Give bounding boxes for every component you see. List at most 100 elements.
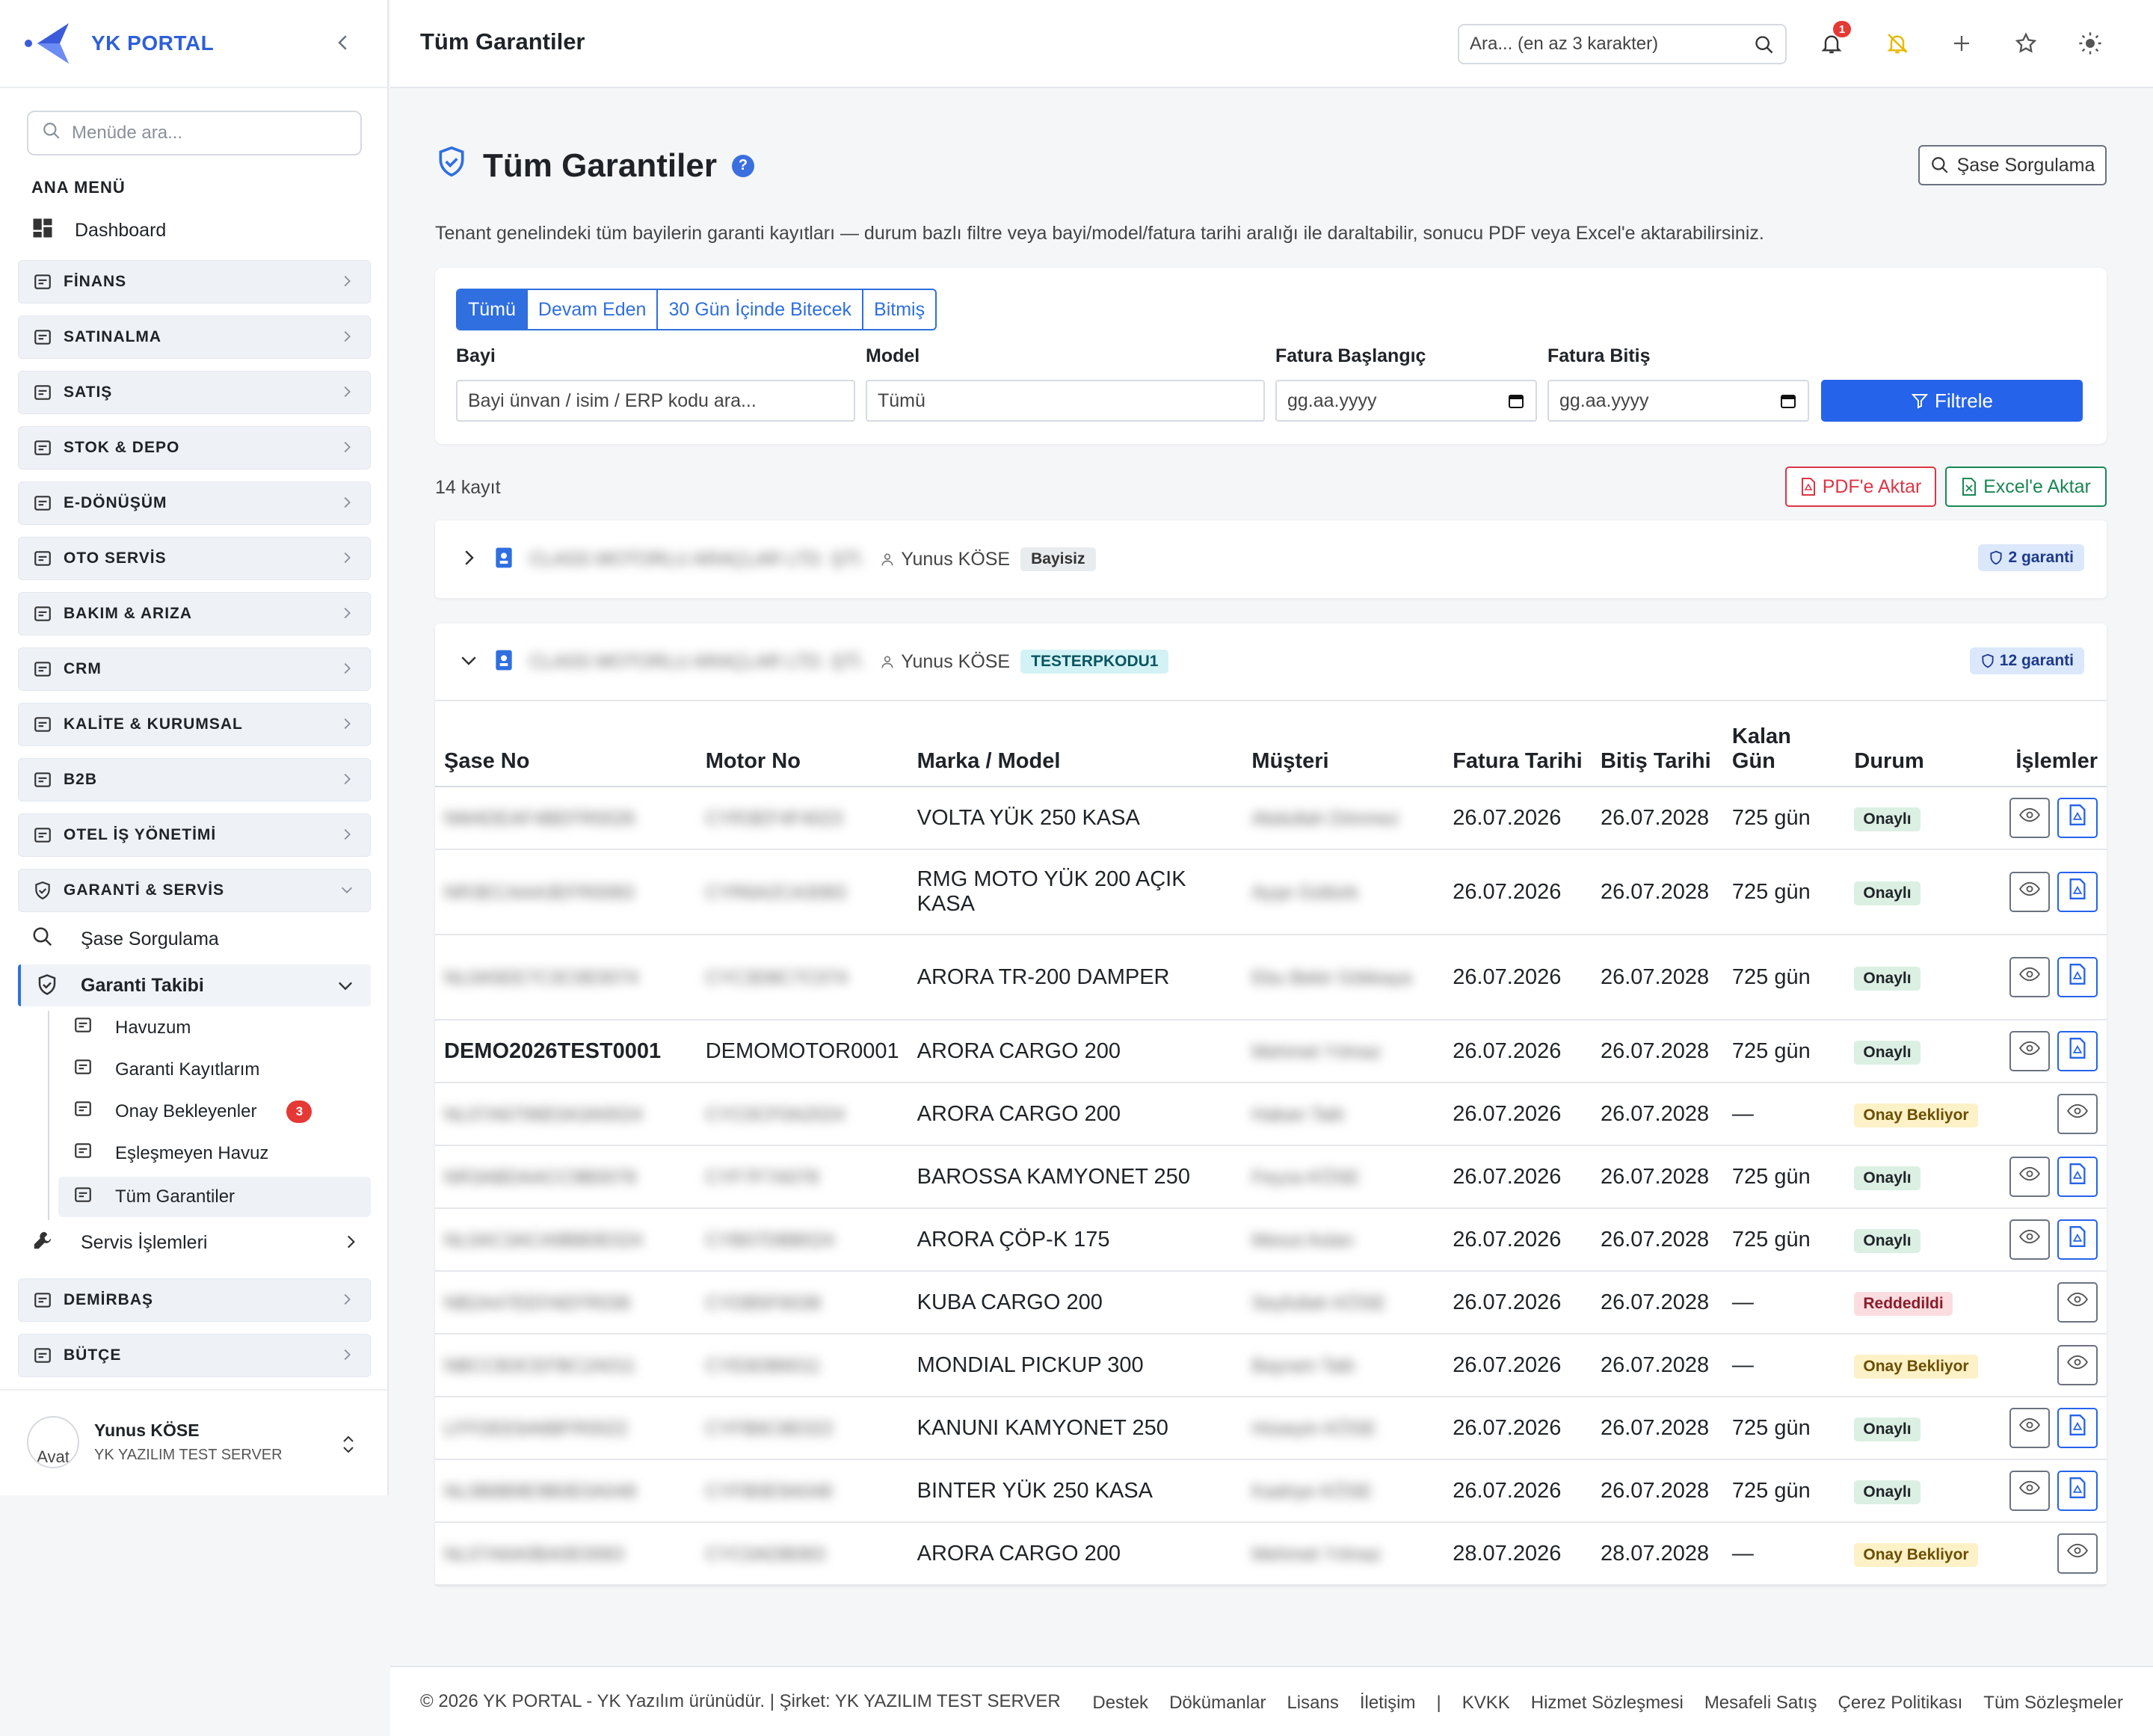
cell-musteri: Mehmet Yılmaz [1242, 1020, 1444, 1083]
sidebar-item-garanti-takibi[interactable]: Garanti Takibi [18, 964, 371, 1006]
sidebar-group-bottom-1[interactable]: BÜTÇE [18, 1334, 371, 1377]
view-button[interactable] [2009, 798, 2050, 838]
cell-motor: CYC0ADB083 [696, 1522, 908, 1586]
model-select[interactable]: Tümü [866, 380, 1265, 422]
bayi-input[interactable]: Bayi ünvan / isim / ERP kodu ara... [456, 380, 855, 422]
chevron-right-icon [339, 660, 355, 677]
chevron-right-icon[interactable] [458, 547, 480, 573]
sidebar-group-6[interactable]: BAKIM & ARIZA [18, 592, 371, 635]
help-icon[interactable]: ? [731, 154, 754, 177]
sidebar-item-servis-islemleri[interactable]: Servis İşlemleri [31, 1229, 360, 1257]
add-button[interactable] [1947, 28, 1977, 58]
favorites-button[interactable] [2011, 28, 2041, 58]
fatura-start-input[interactable]: gg.aa.yyyy [1275, 380, 1537, 422]
view-button[interactable] [2009, 1031, 2050, 1071]
sidebar-group-10[interactable]: OTEL İŞ YÖNETİMİ [18, 813, 371, 857]
theme-toggle-button[interactable] [2075, 28, 2105, 58]
dealer-header[interactable]: CLASS MOTORLU ARAÇLAR LTD. ŞTİ. Yunus KÖ… [435, 624, 2107, 701]
sidebar-group-2[interactable]: SATIŞ [18, 371, 371, 414]
sidebar-group-bottom-0[interactable]: DEMİRBAŞ [18, 1278, 371, 1322]
calendar-icon[interactable] [1507, 392, 1525, 415]
notifications-button[interactable]: 1 [1817, 21, 1851, 58]
export-excel-button[interactable]: Excel'e Aktar [1945, 467, 2107, 507]
footer-link[interactable]: Tüm Sözleşmeler [1983, 1693, 2123, 1714]
pdf-button[interactable] [2057, 1031, 2098, 1071]
cell-bitis: 26.07.2028 [1591, 849, 1723, 935]
footer-link[interactable]: İletişim [1360, 1693, 1416, 1714]
sidebar-group-4[interactable]: E-DÖNÜŞÜM [18, 481, 371, 525]
view-button[interactable] [2057, 1533, 2098, 1574]
sidebar-group-0[interactable]: FİNANS [18, 260, 371, 304]
pdf-button[interactable] [2057, 1157, 2098, 1197]
menu-search-input[interactable]: Menüde ara... [27, 111, 362, 156]
view-button[interactable] [2009, 1471, 2050, 1511]
wallet-icon [32, 1345, 53, 1366]
cell-durum: Onaylı [1845, 1459, 2000, 1523]
cell-model: KANUNI KAMYONET 250 [908, 1397, 1243, 1460]
pdf-button[interactable] [2057, 872, 2098, 912]
view-button[interactable] [2009, 1408, 2050, 1448]
footer-link[interactable]: KVKK [1462, 1693, 1510, 1714]
sidebar-subitem-2[interactable]: Onay Bekleyenler 3 [73, 1099, 312, 1124]
chevron-right-icon [339, 605, 355, 621]
cell-model: MONDIAL PICKUP 300 [908, 1334, 1243, 1397]
footer-link[interactable]: Hizmet Sözleşmesi [1531, 1693, 1684, 1714]
col-durum: Durum [1845, 701, 2000, 787]
user-menu[interactable]: Avat Yunus KÖSE YK YAZILIM TEST SERVER [0, 1389, 387, 1494]
tab-all[interactable]: Tümü [458, 290, 528, 329]
fatura-end-input[interactable]: gg.aa.yyyy [1547, 380, 1809, 422]
sidebar-subitem-1[interactable]: Garanti Kayıtlarım [73, 1057, 259, 1082]
cell-actions [2000, 1020, 2107, 1083]
footer-link[interactable]: Lisans [1287, 1693, 1338, 1714]
calendar-icon[interactable] [1779, 392, 1797, 415]
view-button[interactable] [2057, 1094, 2098, 1134]
cell-musteri: Mehmet Yılmaz [1242, 1522, 1444, 1586]
sidebar-item-dashboard[interactable]: Dashboard [31, 212, 166, 248]
view-button[interactable] [2009, 1157, 2050, 1197]
global-search-input[interactable]: Ara... (en az 3 karakter) [1458, 24, 1787, 64]
filter-button[interactable]: Filtrele [1821, 380, 2083, 422]
tab-ended[interactable]: Bitmiş [863, 290, 936, 329]
cell-sase: NL0AC3ACA9BB0E024 [435, 1208, 697, 1272]
sidebar-item-sase-sorgulama[interactable]: Şase Sorgulama [31, 926, 219, 953]
sidebar-subitem-4[interactable]: Tüm Garantiler [58, 1177, 371, 1217]
sidebar-group-1[interactable]: SATINALMA [18, 316, 371, 359]
sidebar-group-11[interactable]: GARANTİ & SERVİS [18, 869, 371, 912]
footer-link[interactable]: Destek [1092, 1693, 1148, 1714]
status-badge: Onay Bekliyor [1854, 1354, 1978, 1379]
footer-link[interactable]: Dökümanlar [1169, 1693, 1266, 1714]
chevron-down-icon[interactable] [458, 649, 480, 675]
view-button[interactable] [2009, 957, 2050, 997]
footer-link[interactable]: Mesafeli Satış [1704, 1693, 1817, 1714]
sidebar-group-7[interactable]: CRM [18, 647, 371, 691]
view-button[interactable] [2057, 1345, 2098, 1385]
pdf-button[interactable] [2057, 1408, 2098, 1448]
sidebar-group-3[interactable]: STOK & DEPO [18, 426, 371, 470]
sidebar-subitem-3[interactable]: Eşleşmeyen Havuz [73, 1141, 268, 1166]
sidebar-group-9[interactable]: B2B [18, 758, 371, 801]
export-pdf-button[interactable]: PDF'e Aktar [1785, 467, 1936, 507]
footer-link[interactable]: Çerez Politikası [1838, 1693, 1963, 1714]
dealer-header[interactable]: CLASS MOTORLU ARAÇLAR LTD. ŞTİ. Yunus KÖ… [435, 520, 2107, 598]
tab-ending-30-days[interactable]: 30 Gün İçinde Bitecek [658, 290, 864, 329]
pdf-button[interactable] [2057, 957, 2098, 997]
sidebar-group-label: E-DÖNÜŞÜM [64, 494, 167, 511]
view-button[interactable] [2009, 1219, 2050, 1260]
table-row: NBCCB3CEFBC2A011 CYE6DB6011 MONDIAL PICKUP… [435, 1334, 2107, 1397]
star-icon [2015, 32, 2037, 53]
collapse-sidebar-icon[interactable] [332, 31, 354, 54]
sidebar-group-5[interactable]: OTO SERVİS [18, 537, 371, 580]
pdf-button[interactable] [2057, 1219, 2098, 1260]
logo-icon [22, 17, 75, 70]
sase-sorgulama-button[interactable]: Şase Sorgulama [1918, 145, 2107, 185]
pdf-button[interactable] [2057, 798, 2098, 838]
chevron-right-icon [339, 273, 355, 289]
sidebar-group-8[interactable]: KALİTE & KURUMSAL [18, 703, 371, 746]
view-button[interactable] [2009, 872, 2050, 912]
pdf-button[interactable] [2057, 1471, 2098, 1511]
sidebar-subitem-0[interactable]: Havuzum [73, 1015, 191, 1040]
inbox-icon [73, 1015, 93, 1040]
view-button[interactable] [2057, 1282, 2098, 1323]
mute-notifications-button[interactable] [1882, 28, 1912, 58]
tab-ongoing[interactable]: Devam Eden [527, 290, 659, 329]
